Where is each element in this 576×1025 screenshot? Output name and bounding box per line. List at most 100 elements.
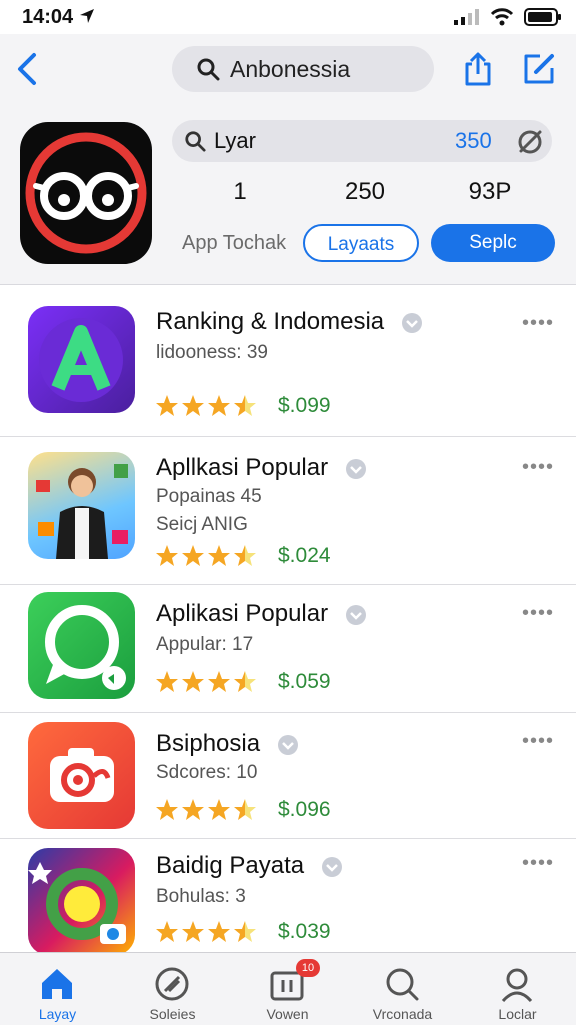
- tab-bar: Layay Soleies 10 Vowen Vrconada Loclar: [0, 952, 576, 1025]
- location-arrow-icon: [79, 9, 94, 23]
- verified-badge-icon: [345, 604, 366, 625]
- tab-vowen[interactable]: 10 Vowen: [230, 953, 345, 1025]
- status-bar: 14:04: [0, 0, 576, 34]
- star-icon: [182, 395, 204, 416]
- star-icon: [234, 671, 256, 692]
- rating-stars: [155, 920, 257, 944]
- row-price: $.099: [278, 394, 331, 417]
- status-time: 14:04: [22, 6, 95, 29]
- row-title: Ranking & Indomesia: [156, 308, 423, 336]
- row-price: $.096: [278, 798, 331, 821]
- row-title: Bsiphosia: [156, 730, 299, 758]
- list-item[interactable]: Aplikasi Popular Appular: 17 $.059 ••••: [0, 584, 576, 713]
- list-item[interactable]: Baidig Payata Bohulas: 3 $.039 ••••: [0, 838, 576, 955]
- layaats-button[interactable]: Layaats: [303, 224, 419, 262]
- star-icon: [182, 921, 204, 942]
- filter-count: 350: [455, 128, 492, 153]
- seplc-button[interactable]: Seplc: [431, 224, 555, 262]
- more-options-icon[interactable]: ••••: [522, 312, 554, 335]
- row-price: $.039: [278, 920, 331, 943]
- filter-search-field[interactable]: Lyar 350: [172, 120, 552, 162]
- app-icon-person-collage: [28, 452, 135, 559]
- tab-label: Vowen: [266, 1006, 309, 1022]
- row-title-text: Baidig Payata: [156, 852, 305, 879]
- star-icon: [156, 395, 178, 416]
- tab-label: Loclar: [498, 1006, 537, 1022]
- app-icon-color-ring: [28, 848, 135, 955]
- app-icon-camera: [28, 722, 135, 829]
- compose-button[interactable]: [522, 52, 556, 91]
- star-icon: [208, 395, 230, 416]
- more-options-icon[interactable]: ••••: [522, 852, 554, 875]
- wifi-icon: [490, 8, 514, 26]
- row-subtitle-2: Seicj ANIG: [156, 514, 248, 535]
- search-text: Anbonessia: [230, 56, 351, 82]
- list-item[interactable]: Bsiphosia Sdcores: 10 $.096 ••••: [0, 712, 576, 839]
- list-item[interactable]: Ranking & Indomesia lidooness: 39 $.099 …: [0, 286, 576, 437]
- app-touch-label: App Tochak: [182, 232, 287, 254]
- row-title-text: Ranking & Indomesia: [156, 308, 385, 335]
- rating-stars: [155, 544, 257, 568]
- signal-icon: [454, 9, 479, 25]
- home-icon: [42, 969, 72, 999]
- camera-logo-icon: [50, 748, 114, 802]
- verified-badge-icon: [321, 856, 342, 877]
- star-icon: [182, 545, 204, 566]
- verified-badge-icon: [277, 734, 298, 755]
- tab-label: Soleies: [149, 1006, 196, 1022]
- row-price: $.024: [278, 544, 331, 567]
- app-header: Anbonessia Lyar 350 1 250 93P App Tochak…: [0, 34, 576, 285]
- app-icon-glasses: [20, 122, 152, 264]
- star-icon: [208, 799, 230, 820]
- app-icon-chat-bubble: [28, 592, 135, 699]
- star-icon: [156, 921, 178, 942]
- more-options-icon[interactable]: ••••: [522, 730, 554, 753]
- person-collage-icon: [36, 464, 128, 559]
- verified-badge-icon: [345, 458, 366, 479]
- star-icon: [208, 671, 230, 692]
- back-button[interactable]: [14, 52, 42, 86]
- star-icon: [234, 799, 256, 820]
- stat-value-2: 250: [344, 178, 386, 205]
- search-field[interactable]: Anbonessia: [172, 46, 434, 92]
- star-icon: [234, 921, 256, 942]
- row-title-text: Aplikasi Popular: [156, 600, 329, 627]
- rating-stars: [155, 798, 257, 822]
- share-button[interactable]: [462, 52, 494, 91]
- row-title-text: Apllkasi Popular: [156, 454, 329, 481]
- tab-vrconada[interactable]: Vrconada: [345, 953, 460, 1025]
- color-ring-logo-icon: [28, 862, 126, 944]
- star-icon: [234, 545, 256, 566]
- rating-stars: [155, 394, 257, 418]
- star-icon: [234, 395, 256, 416]
- row-subtitle: Popainas 45: [156, 486, 262, 507]
- row-subtitle: Bohulas: 3: [156, 886, 246, 907]
- compass-slash-icon: [155, 967, 189, 1001]
- tab-label: Layay: [38, 1006, 77, 1022]
- search-icon: [197, 58, 220, 81]
- app-icon-letter-a: [28, 306, 135, 413]
- more-options-icon[interactable]: ••••: [522, 456, 554, 479]
- search-icon: [185, 131, 206, 152]
- compose-icon: [524, 54, 554, 84]
- tab-loclar[interactable]: Loclar: [460, 953, 575, 1025]
- status-icons: [454, 8, 562, 26]
- star-icon: [156, 545, 178, 566]
- rating-stars: [155, 670, 257, 694]
- chevron-left-icon: [18, 53, 36, 85]
- row-subtitle: lidooness: 39: [156, 342, 268, 363]
- tab-soleies[interactable]: Soleies: [115, 953, 230, 1025]
- notification-badge: 10: [296, 959, 320, 977]
- row-subtitle: Appular: 17: [156, 634, 254, 655]
- list-item[interactable]: Apllkasi Popular Popainas 45 Seicj ANIG …: [0, 436, 576, 585]
- filter-search-text: Lyar: [214, 128, 256, 153]
- tab-layay[interactable]: Layay: [0, 953, 115, 1025]
- compass-slash-icon[interactable]: [516, 128, 544, 156]
- row-title: Aplikasi Popular: [156, 600, 367, 628]
- more-options-icon[interactable]: ••••: [522, 602, 554, 625]
- row-price: $.059: [278, 670, 331, 693]
- row-title-text: Bsiphosia: [156, 730, 261, 757]
- row-title: Apllkasi Popular: [156, 454, 367, 482]
- row-title: Baidig Payata: [156, 852, 343, 880]
- person-icon: [501, 968, 533, 1003]
